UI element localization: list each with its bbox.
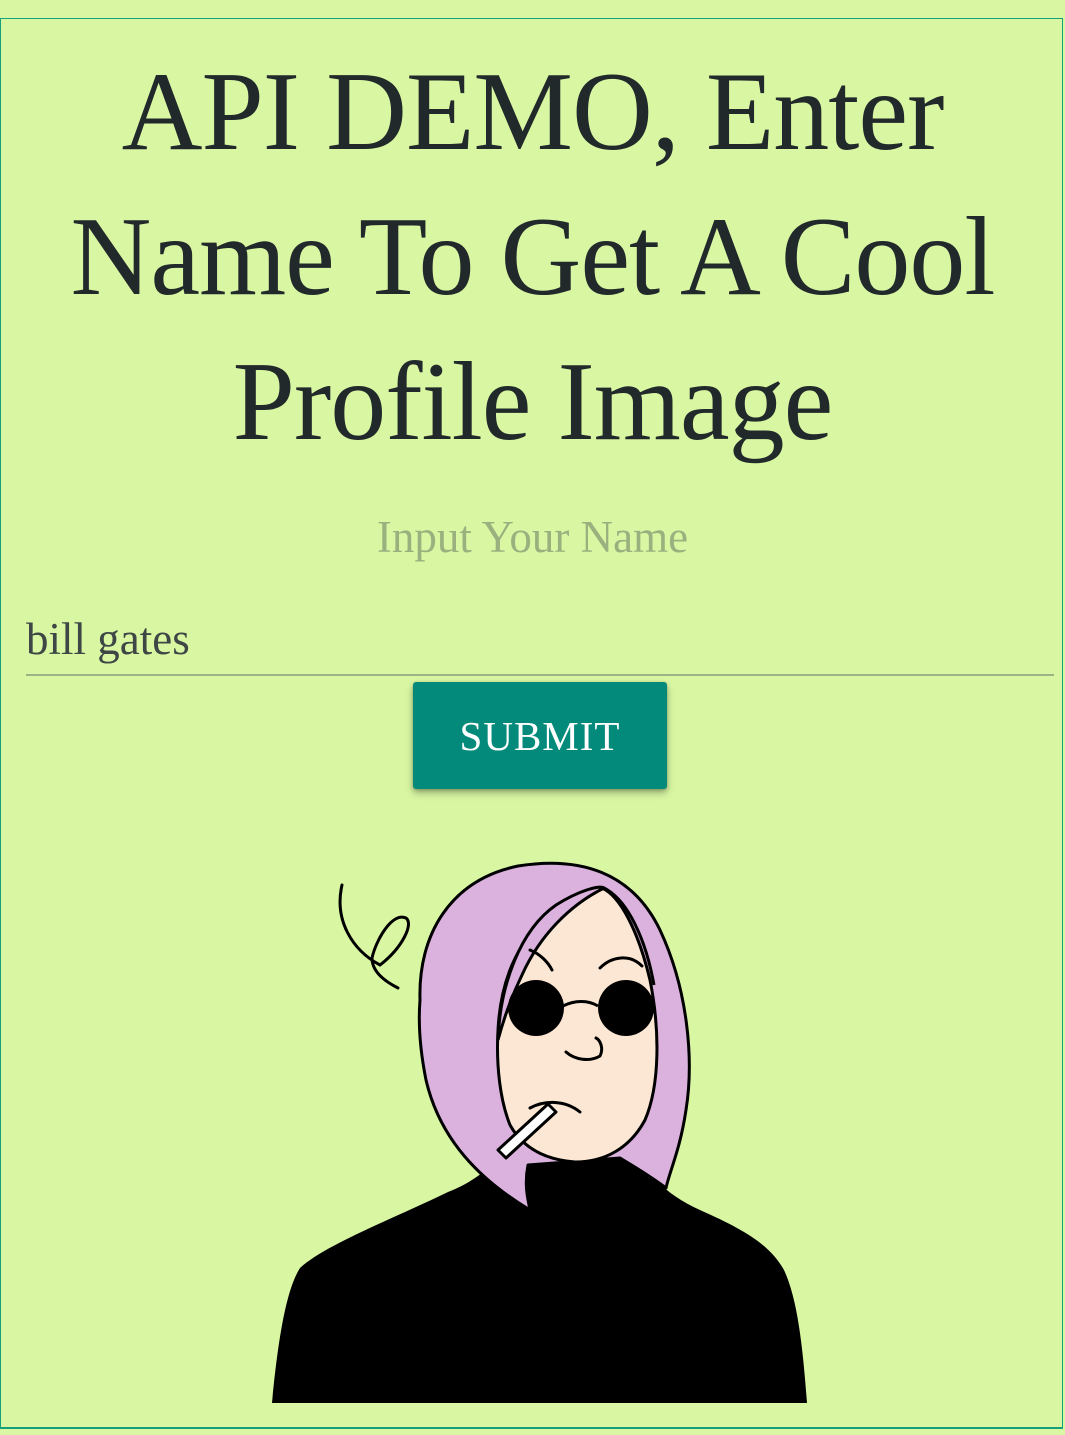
name-input[interactable] xyxy=(26,604,1054,676)
profile-avatar-image xyxy=(272,861,807,1403)
name-label: Input Your Name xyxy=(376,512,689,562)
left-lens xyxy=(508,980,564,1036)
submit-button[interactable]: SUBMIT xyxy=(413,682,667,789)
squiggle-doodle xyxy=(338,883,410,990)
page-title: API DEMO, Enter Name To Get A Cool Profi… xyxy=(70,50,995,464)
right-lens xyxy=(598,980,654,1036)
